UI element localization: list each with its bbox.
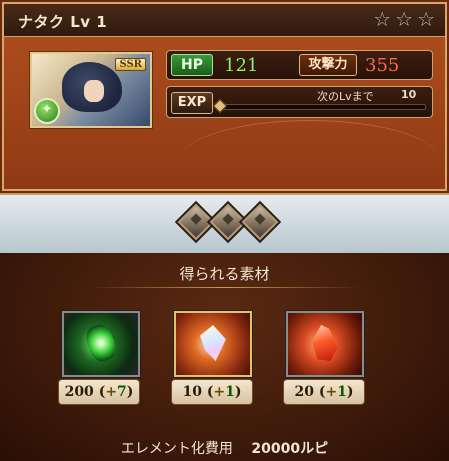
materials-title: 得られる素材 [179, 265, 270, 283]
attack-value: 355 [365, 55, 400, 76]
wind-element-icon: ✦ [34, 98, 60, 124]
fire-quartz-icon [312, 325, 338, 361]
materials-section: 得られる素材 200 (+7) 10 (+1) 20 (+1) エレメント化費用… [0, 253, 449, 461]
exp-marker-icon [212, 98, 228, 114]
cost-label: エレメント化費用 [120, 441, 233, 457]
rank-stars: ☆ ☆ ☆ [373, 9, 435, 29]
cost-value: 20000ルピ [251, 441, 329, 457]
character-card: ナタク Lv 1 ☆ ☆ ☆ SSR ✦ HP 121 攻撃力 355 EXP … [0, 0, 449, 193]
material-quantity-1: 200 (+7) [58, 379, 140, 405]
divider-band [0, 193, 449, 253]
star-icon: ☆ [373, 7, 392, 31]
title-divider [90, 287, 360, 288]
quantity-bonus: 1 [337, 384, 347, 400]
rarity-badge: SSR [115, 58, 146, 71]
next-level-value: 10 [401, 88, 417, 101]
quantity-plus: + [105, 384, 118, 400]
quantity-base: 20 [294, 384, 314, 400]
material-tile-1[interactable] [62, 311, 140, 377]
quantity-plus: + [325, 384, 338, 400]
material-quantity-3: 20 (+1) [283, 379, 365, 405]
quantity-bonus: 1 [225, 384, 235, 400]
star-icon: ☆ [395, 7, 414, 31]
quantity-close: ) [126, 384, 134, 400]
hp-label: HP [171, 54, 213, 76]
character-title: ナタク Lv 1 [18, 13, 108, 31]
quantity-base: 10 [182, 384, 202, 400]
quantity-plus: + [213, 384, 226, 400]
material-quantity-2: 10 (+1) [171, 379, 253, 405]
portrait-face [84, 80, 104, 102]
quantity-close: ) [234, 384, 242, 400]
element-cost: エレメント化費用 20000ルピ [0, 438, 449, 458]
hp-value: 121 [224, 55, 259, 76]
exp-panel: EXP 次のLvまで 10 [166, 86, 433, 118]
exp-label: EXP [171, 92, 213, 114]
attack-label: 攻撃力 [299, 54, 357, 76]
green-wind-quartz-icon [82, 321, 120, 365]
hp-attack-panel: HP 121 攻撃力 355 [166, 50, 433, 80]
title-bar: ナタク Lv 1 ☆ ☆ ☆ [4, 4, 445, 37]
quantity-close: ) [346, 384, 354, 400]
crystal-shard-icon [200, 325, 226, 361]
transmute-gems [174, 200, 282, 244]
material-tile-2[interactable] [174, 311, 252, 377]
material-tile-3[interactable] [286, 311, 364, 377]
next-level-label: 次のLvまで [317, 90, 374, 103]
quantity-base: 200 [64, 384, 94, 400]
quantity-bonus: 7 [117, 384, 127, 400]
gem-icon [238, 200, 282, 244]
star-icon: ☆ [417, 7, 435, 31]
character-portrait[interactable]: SSR ✦ [30, 52, 152, 128]
exp-progress-bar [219, 104, 426, 110]
